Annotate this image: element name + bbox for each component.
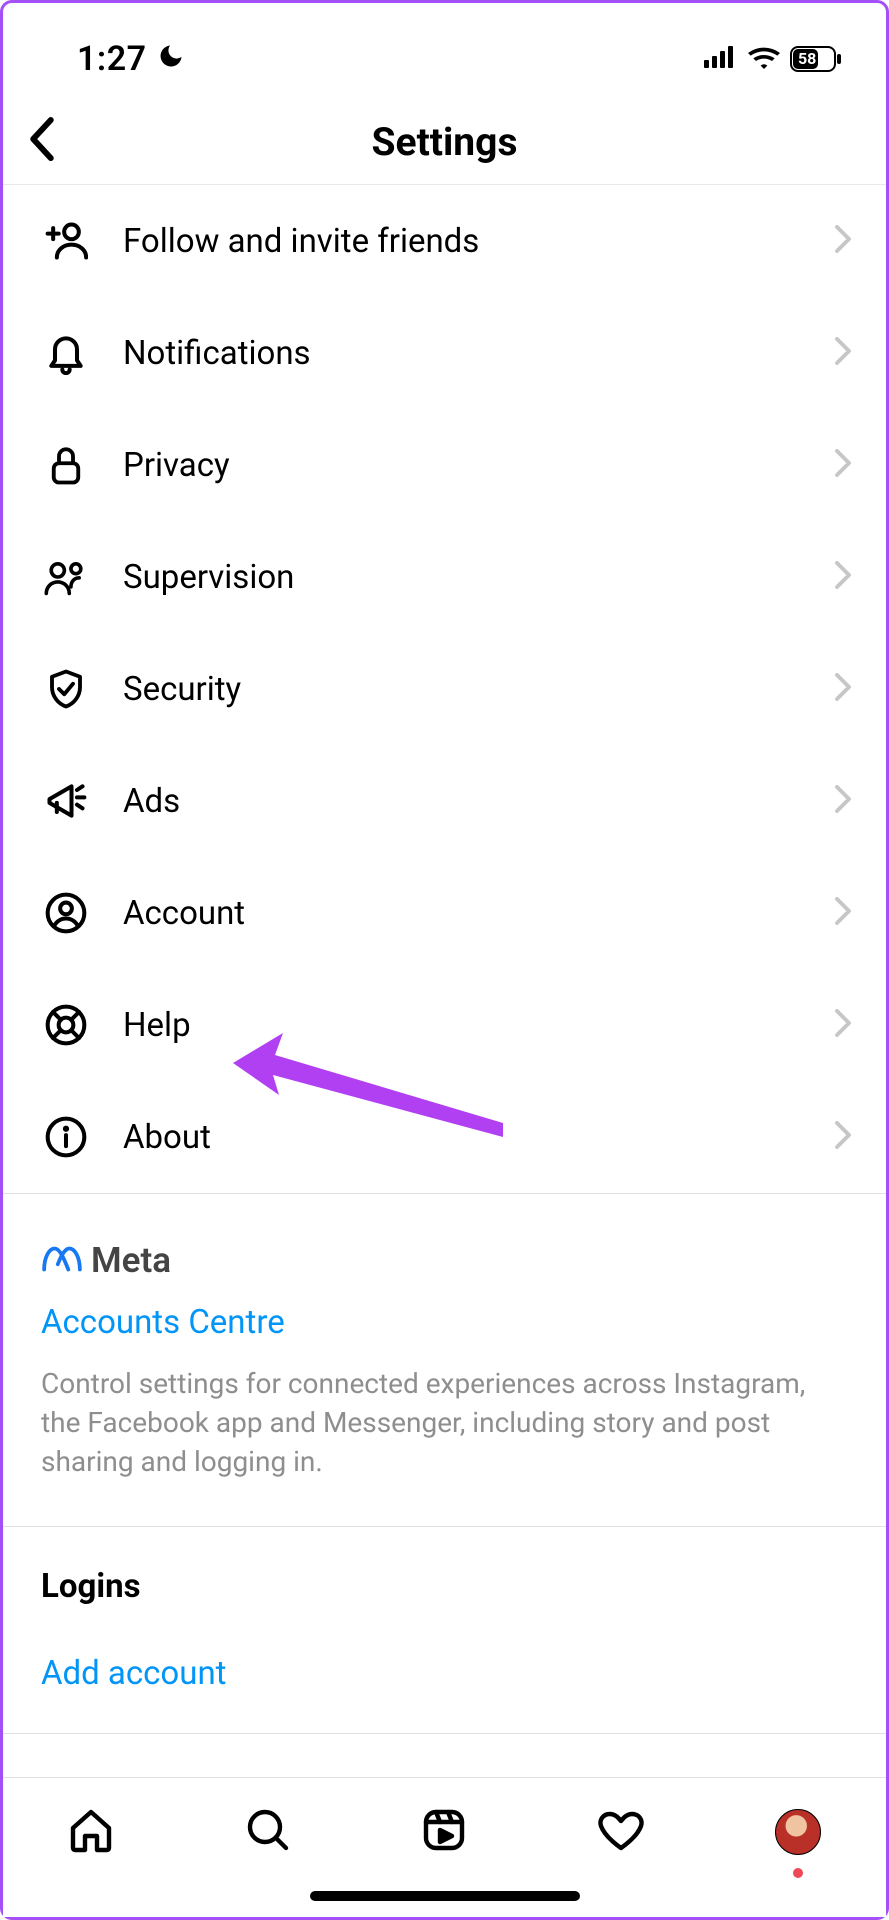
meta-logo-icon (41, 1245, 83, 1277)
settings-item-label: Supervision (123, 558, 834, 597)
back-button[interactable] (25, 117, 59, 165)
chevron-right-icon (834, 896, 852, 930)
chevron-right-icon (834, 1008, 852, 1042)
home-icon (67, 1806, 115, 1858)
meta-brand-text: Meta (91, 1240, 171, 1281)
chevron-right-icon (834, 224, 852, 258)
settings-item-label: Privacy (123, 446, 834, 485)
settings-item-follow-invite[interactable]: Follow and invite friends (3, 185, 886, 297)
settings-item-label: Follow and invite friends (123, 222, 834, 261)
accounts-centre-link[interactable]: Accounts Centre (41, 1303, 848, 1342)
account-circle-icon (43, 891, 89, 935)
moon-icon (157, 39, 185, 79)
tab-activity[interactable] (591, 1802, 651, 1862)
settings-item-security[interactable]: Security (3, 633, 886, 745)
tab-search[interactable] (238, 1802, 298, 1862)
settings-item-help[interactable]: Help (3, 969, 886, 1081)
status-bar: 1:27 58 (3, 3, 886, 99)
meta-description: Control settings for connected experienc… (41, 1364, 848, 1482)
chevron-right-icon (834, 1120, 852, 1154)
meta-brand: Meta (41, 1240, 848, 1281)
settings-item-label: Help (123, 1006, 834, 1045)
home-indicator (310, 1891, 580, 1901)
meta-section: Meta Accounts Centre Control settings fo… (3, 1194, 886, 1527)
logins-heading: Logins (41, 1567, 848, 1606)
megaphone-icon (43, 779, 89, 823)
people-icon (43, 555, 89, 599)
search-icon (244, 1806, 292, 1858)
page-title: Settings (372, 119, 518, 165)
reels-icon (420, 1806, 468, 1858)
chevron-right-icon (834, 784, 852, 818)
settings-item-label: About (123, 1118, 834, 1157)
settings-item-label: Security (123, 670, 834, 709)
page-header: Settings (3, 99, 886, 185)
status-time: 1:27 (77, 39, 147, 79)
notification-dot-icon (793, 1868, 803, 1878)
chevron-right-icon (834, 672, 852, 706)
user-plus-icon (43, 219, 89, 263)
chevron-right-icon (834, 560, 852, 594)
tab-bar (3, 1777, 886, 1917)
battery-percent: 58 (798, 49, 816, 68)
lifebuoy-icon (43, 1003, 89, 1047)
bell-icon (43, 331, 89, 375)
settings-item-account[interactable]: Account (3, 857, 886, 969)
settings-item-notifications[interactable]: Notifications (3, 297, 886, 409)
status-indicators: 58 (704, 45, 842, 73)
settings-item-about[interactable]: About (3, 1081, 886, 1193)
chevron-right-icon (834, 448, 852, 482)
settings-item-label: Ads (123, 782, 834, 821)
add-account-link[interactable]: Add account (41, 1654, 848, 1693)
info-icon (43, 1115, 89, 1159)
avatar-icon (775, 1809, 821, 1855)
tab-reels[interactable] (414, 1802, 474, 1862)
battery-icon: 58 (790, 46, 842, 72)
tab-profile[interactable] (768, 1802, 828, 1862)
shield-check-icon (43, 667, 89, 711)
settings-item-label: Notifications (123, 334, 834, 373)
lock-icon (43, 443, 89, 487)
settings-item-label: Account (123, 894, 834, 933)
settings-item-privacy[interactable]: Privacy (3, 409, 886, 521)
status-time-group: 1:27 (77, 39, 185, 79)
settings-item-supervision[interactable]: Supervision (3, 521, 886, 633)
wifi-icon (748, 45, 780, 73)
cellular-icon (704, 46, 738, 72)
chevron-right-icon (834, 336, 852, 370)
logins-section: Logins Add account (3, 1527, 886, 1734)
tab-home[interactable] (61, 1802, 121, 1862)
heart-icon (596, 1806, 646, 1858)
settings-item-ads[interactable]: Ads (3, 745, 886, 857)
settings-list: Follow and invite friends Notifications … (3, 185, 886, 1194)
